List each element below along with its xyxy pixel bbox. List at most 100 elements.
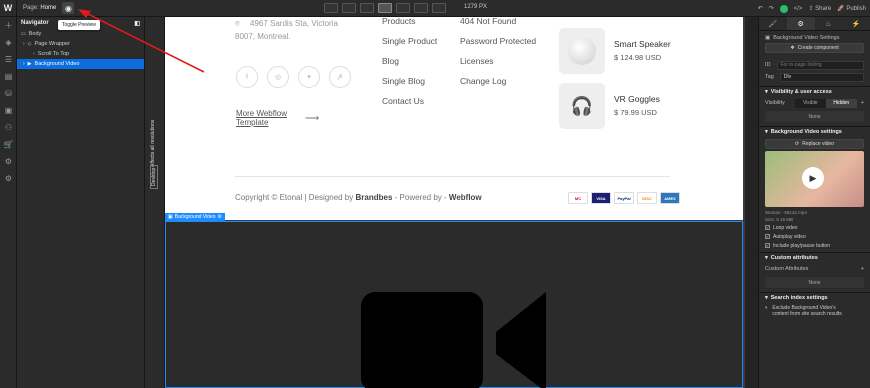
play-icon[interactable]: ▶ <box>802 167 824 189</box>
smart-speaker-thumbnail[interactable] <box>559 28 605 74</box>
pinterest-icon[interactable]: 𝓅 <box>329 66 351 88</box>
footer-link[interactable]: Single Blog <box>382 71 437 91</box>
footer-link[interactable]: Licenses <box>460 51 536 71</box>
pages-icon[interactable]: ▤ <box>0 68 17 85</box>
code-icon[interactable]: </> <box>794 6 803 12</box>
top-bar: W Page: Home ◉ 1279 PX ↶ ↷ </> ⇪ Share 🚀… <box>0 0 870 17</box>
footer-section[interactable]: ⌾ 4967 Sardis Sta, Victoria 8007, Montre… <box>165 17 743 220</box>
settings-icon[interactable]: ⚙ <box>0 170 17 187</box>
logic-icon[interactable]: ⚙ <box>0 153 17 170</box>
component-icon: ❖ <box>790 45 795 51</box>
vr-goggles-thumbnail[interactable]: 🎧 <box>559 83 605 129</box>
tree-item-scroll-to-top[interactable]: ▫ Scroll To Top <box>17 49 144 59</box>
add-panel-icon[interactable]: ＋ <box>0 17 17 34</box>
toggle-preview-tooltip: Toggle Preview <box>58 20 100 30</box>
footer-link[interactable]: Change Log <box>460 71 536 91</box>
search-index-header[interactable]: ▾ Search index settings <box>759 292 870 303</box>
page-selector[interactable]: Page: Home <box>23 5 56 11</box>
create-component-button[interactable]: ❖ Create component <box>765 43 864 53</box>
play-pause-checkbox[interactable]: ✓ Include play/pause button <box>759 241 870 250</box>
footer-link[interactable]: Password Protected <box>460 31 536 51</box>
share-button[interactable]: ⇪ Share <box>808 5 831 12</box>
breakpoint-strip: Affects all resolutions Desktop <box>145 17 165 388</box>
autoplay-video-checkbox[interactable]: ✓ Autoplay video <box>759 232 870 241</box>
location-pin-icon: ⌾ <box>235 19 240 28</box>
product-name[interactable]: Smart Speaker <box>614 39 671 49</box>
id-row: ID For in-page linking <box>759 59 870 71</box>
undo-icon[interactable]: ↶ <box>758 5 763 12</box>
headphones-icon: 🎧 <box>570 95 594 116</box>
tree-item-label: Background Video <box>34 61 80 67</box>
breakpoint-mobile-landscape-icon[interactable] <box>414 3 428 13</box>
toggle-preview-eye-icon[interactable]: ◉ <box>62 2 75 14</box>
checkbox-icon[interactable]: ✓ <box>765 234 770 239</box>
add-icon[interactable]: + <box>861 100 864 106</box>
settings-gear-icon[interactable]: ⚙ <box>218 214 222 220</box>
facebook-icon[interactable]: f <box>236 66 258 88</box>
exclude-search-row[interactable]: ◐ Exclude Background Video's content fro… <box>759 303 870 319</box>
breakpoint-desktop-icon[interactable] <box>378 3 392 13</box>
navigator-icon[interactable]: ☰ <box>0 51 17 68</box>
drops-icon[interactable]: ♨ <box>815 17 843 30</box>
chevron-right-icon[interactable]: › <box>23 61 25 67</box>
replace-video-button[interactable]: ⟳ Replace video <box>765 139 864 149</box>
mastercard-icon: MC <box>568 192 588 204</box>
selected-element-label[interactable]: ▣ Background Video ⚙ <box>165 213 225 221</box>
interactions-bolt-icon[interactable]: ⚡ <box>842 17 870 30</box>
toggle-icon[interactable]: ◐ <box>765 305 768 311</box>
style-brush-icon[interactable]: 🖌 <box>759 17 787 30</box>
pin-icon[interactable]: ◧ <box>134 20 140 27</box>
brandbes-link[interactable]: Brandbes <box>356 193 393 202</box>
video-thumbnail[interactable]: ▶ <box>765 151 864 207</box>
loop-video-checkbox[interactable]: ✓ Loop video <box>759 223 870 232</box>
visibility-section-header[interactable]: ▾ Visibility & user access <box>759 86 870 97</box>
breakpoint-xl-icon[interactable] <box>342 3 356 13</box>
assets-icon[interactable]: ▣ <box>0 102 17 119</box>
footer-link[interactable]: Blog <box>382 51 437 71</box>
breakpoint-xxl-icon[interactable] <box>324 3 338 13</box>
redo-icon[interactable]: ↷ <box>769 5 774 12</box>
webflow-logo[interactable]: W <box>0 0 17 17</box>
background-video-element[interactable] <box>165 221 743 388</box>
arrow-right-icon[interactable]: ⟶ <box>305 113 319 124</box>
users-icon[interactable]: ⚇ <box>0 119 17 136</box>
hidden-option[interactable]: Hidden <box>825 98 857 108</box>
instagram-icon[interactable]: ◎ <box>267 66 289 88</box>
footer-link[interactable]: 404 Not Found <box>460 17 536 31</box>
symbols-icon[interactable]: ◈ <box>0 34 17 51</box>
breakpoint-large-icon[interactable] <box>360 3 374 13</box>
tree-item-page-wrapper[interactable]: › ◇ Page Wrapper <box>17 39 144 49</box>
visibility-label: Visibility <box>765 100 785 106</box>
publish-button[interactable]: 🚀 Publish <box>837 5 866 12</box>
checkbox-icon[interactable]: ✓ <box>765 243 770 248</box>
design-canvas[interactable]: ⌾ 4967 Sardis Sta, Victoria 8007, Montre… <box>165 17 745 388</box>
add-icon[interactable]: + <box>861 266 864 272</box>
breakpoint-mobile-icon[interactable] <box>432 3 446 13</box>
cms-icon[interactable]: ⛁ <box>0 85 17 102</box>
status-check-icon[interactable] <box>779 4 788 13</box>
footer-link[interactable]: Contact Us <box>382 91 437 111</box>
footer-link[interactable]: Single Product <box>382 31 437 51</box>
product-name[interactable]: VR Goggles <box>614 94 660 104</box>
page-name: Home <box>40 5 57 11</box>
tag-row: Tag Div <box>759 71 870 83</box>
visibility-conditions: None <box>765 111 864 122</box>
bgvideo-section-header[interactable]: ▾ Background Video settings <box>759 126 870 137</box>
settings-gear-icon[interactable]: ⚙ <box>786 17 815 30</box>
more-webflow-template-link[interactable]: More Webflow Template <box>236 109 287 127</box>
checkbox-icon[interactable]: ✓ <box>765 225 770 230</box>
breakpoint-tablet-icon[interactable] <box>396 3 410 13</box>
canvas-scrollbar[interactable] <box>745 17 758 388</box>
chevron-right-icon[interactable]: › <box>23 41 25 47</box>
tag-select[interactable]: Div <box>779 72 864 82</box>
tree-item-body[interactable]: ▭ Body <box>17 29 144 39</box>
tree-item-background-video[interactable]: › ▶ Background Video <box>17 59 144 69</box>
twitter-icon[interactable]: ✦ <box>298 66 320 88</box>
visible-option[interactable]: Visible <box>794 98 826 108</box>
webflow-link[interactable]: Webflow <box>449 193 482 202</box>
ecommerce-icon[interactable]: 🛒 <box>0 136 17 153</box>
custom-attributes-header[interactable]: ▾ Custom attributes <box>759 252 870 263</box>
id-input[interactable]: For in-page linking <box>776 60 864 70</box>
footer-link[interactable]: Products <box>382 17 437 31</box>
chevron-down-icon: ▾ <box>765 89 768 95</box>
